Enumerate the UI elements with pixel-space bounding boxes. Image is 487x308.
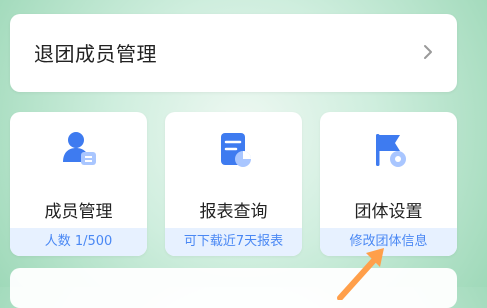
card-label: 报表查询 [199, 202, 268, 222]
card-label: 团体设置 [354, 202, 423, 222]
report-query-card[interactable]: 报表查询 可下载近7天报表 [165, 112, 302, 256]
group-settings-icon [375, 134, 406, 167]
row-title: 退团成员管理 [34, 42, 157, 66]
card-footer: 人数 1/500 [10, 228, 147, 256]
exited-members-management-row[interactable]: 退团成员管理 [10, 14, 457, 92]
group-settings-card[interactable]: 团体设置 修改团体信息 [320, 112, 457, 256]
card-label: 成员管理 [44, 202, 113, 222]
member-manage-icon [62, 132, 96, 165]
member-management-card[interactable]: 成员管理 人数 1/500 [10, 112, 147, 256]
chevron-right-icon [424, 45, 432, 59]
card-footer: 可下载近7天报表 [165, 228, 302, 256]
next-section-card [10, 268, 457, 308]
card-footer: 修改团体信息 [320, 228, 457, 256]
report-query-icon [220, 133, 251, 167]
